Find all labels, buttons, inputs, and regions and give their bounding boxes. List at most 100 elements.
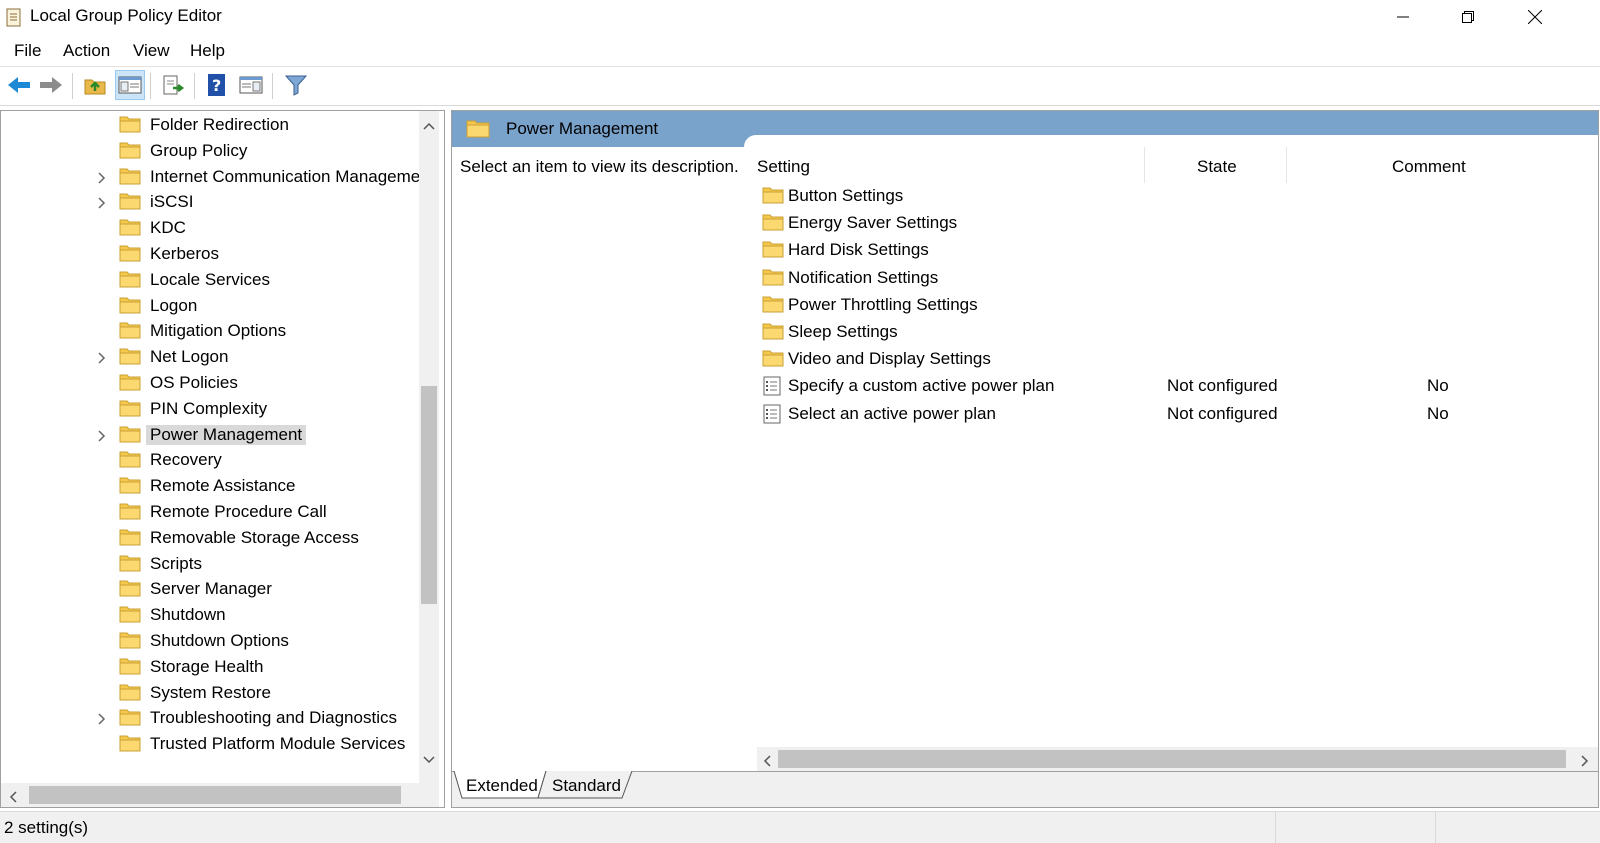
- folder-icon: [762, 295, 784, 318]
- tree-item-label: iSCSI: [150, 192, 194, 212]
- tree-item[interactable]: Recovery: [1, 448, 419, 472]
- tree-horizontal-scroll-thumb[interactable]: [29, 786, 401, 804]
- tab-extended[interactable]: Extended: [466, 776, 538, 796]
- help-icon: ?: [208, 74, 225, 96]
- list-item-folder[interactable]: Energy Saver Settings: [762, 210, 1582, 236]
- tree-item[interactable]: Scripts: [1, 552, 419, 576]
- export-list-button[interactable]: [158, 70, 188, 100]
- close-button[interactable]: [1512, 0, 1558, 34]
- scroll-up-icon[interactable]: [423, 117, 435, 135]
- tree-item-label: Recovery: [150, 450, 222, 470]
- tree-item[interactable]: Group Policy: [1, 139, 419, 163]
- setting-state: Not configured: [1167, 376, 1278, 396]
- details-pane: Power Management Select an item to view …: [451, 110, 1599, 808]
- tab-standard[interactable]: Standard: [552, 776, 621, 796]
- details-header-title: Power Management: [506, 119, 659, 138]
- tree-item[interactable]: Kerberos: [1, 242, 419, 266]
- tree-item[interactable]: iSCSI: [1, 190, 419, 214]
- menu-help[interactable]: Help: [190, 41, 225, 61]
- chevron-right-icon[interactable]: [97, 351, 107, 364]
- tree-item[interactable]: Remote Procedure Call: [1, 500, 419, 524]
- show-hide-tree-icon: [118, 76, 142, 94]
- scroll-left-icon[interactable]: [9, 790, 17, 807]
- tree-item[interactable]: Troubleshooting and Diagnostics: [1, 706, 419, 730]
- tree-vertical-scroll-thumb[interactable]: [421, 386, 437, 604]
- tree-item[interactable]: Server Manager: [1, 577, 419, 601]
- column-divider[interactable]: [1286, 147, 1287, 183]
- toolbar-separator: [72, 73, 73, 99]
- menu-view[interactable]: View: [133, 41, 170, 61]
- tree-item[interactable]: KDC: [1, 216, 419, 240]
- toolbar: ?: [0, 67, 1600, 106]
- tree-item[interactable]: Locale Services: [1, 268, 419, 292]
- policy-setting-icon: [762, 404, 782, 429]
- setting-state: Not configured: [1167, 403, 1278, 423]
- tree-item[interactable]: Net Logon: [1, 345, 419, 369]
- folder-icon: [119, 476, 141, 499]
- export-list-icon: [163, 75, 185, 95]
- tree-item[interactable]: Mitigation Options: [1, 319, 419, 343]
- folder-icon: [762, 322, 784, 345]
- up-folder-icon: [84, 79, 106, 95]
- folder-icon: [119, 270, 141, 293]
- list-item-folder[interactable]: Video and Display Settings: [762, 346, 1582, 372]
- folder-icon: [119, 734, 141, 757]
- column-header-state[interactable]: State: [1197, 157, 1237, 177]
- column-header-comment[interactable]: Comment: [1392, 157, 1466, 177]
- list-item-folder[interactable]: Notification Settings: [762, 265, 1582, 291]
- details-horizontal-scroll-thumb[interactable]: [778, 750, 1566, 768]
- tree-item-label: Power Management: [146, 424, 307, 445]
- chevron-right-icon[interactable]: [97, 712, 107, 725]
- chevron-right-icon[interactable]: [97, 196, 107, 209]
- chevron-right-icon[interactable]: [97, 429, 107, 442]
- console-tree[interactable]: Folder Redirection Group Policy Internet C…: [0, 110, 445, 808]
- scroll-left-icon[interactable]: [763, 754, 771, 772]
- column-divider[interactable]: [1144, 147, 1145, 183]
- minimize-button[interactable]: [1380, 0, 1426, 34]
- up-one-level-button[interactable]: [80, 70, 110, 100]
- list-item-folder[interactable]: Sleep Settings: [762, 319, 1582, 345]
- show-hide-action-pane-button[interactable]: [236, 70, 266, 100]
- help-button[interactable]: ?: [202, 70, 232, 100]
- chevron-right-icon[interactable]: [97, 171, 107, 184]
- tree-item[interactable]: Storage Health: [1, 655, 419, 679]
- back-icon: [8, 77, 30, 93]
- forward-button[interactable]: [36, 70, 66, 100]
- folder-icon: [762, 349, 784, 372]
- list-item-folder[interactable]: Hard Disk Settings: [762, 237, 1582, 263]
- menu-bar: File Action View Help: [0, 36, 1600, 67]
- scroll-right-icon[interactable]: [1581, 754, 1589, 772]
- filter-options-button[interactable]: [281, 70, 311, 100]
- tree-item[interactable]: Internet Communication Manageme: [1, 165, 420, 190]
- tree-item[interactable]: Folder Redirection: [1, 113, 419, 137]
- group-policy-app-icon: [6, 7, 22, 27]
- policy-setting-icon: [762, 376, 782, 401]
- status-divider: [1435, 812, 1436, 843]
- column-header-setting[interactable]: Setting: [757, 157, 810, 177]
- setting-name: Energy Saver Settings: [788, 213, 958, 233]
- back-button[interactable]: [4, 70, 34, 100]
- show-hide-console-tree-button[interactable]: [115, 70, 145, 100]
- menu-action[interactable]: Action: [63, 41, 110, 61]
- folder-icon: [119, 167, 141, 190]
- list-item-folder[interactable]: Button Settings: [762, 183, 1582, 209]
- tree-item[interactable]: Removable Storage Access: [1, 526, 419, 550]
- tree-item[interactable]: PIN Complexity: [1, 397, 419, 421]
- tree-item[interactable]: Shutdown Options: [1, 629, 419, 653]
- header-tab-edge: [744, 135, 1598, 149]
- list-item-folder[interactable]: Power Throttling Settings: [762, 292, 1582, 318]
- show-hide-action-pane-icon: [239, 76, 263, 94]
- tree-item[interactable]: OS Policies: [1, 371, 419, 395]
- list-item-setting[interactable]: Specify a custom active power plan Not co…: [762, 373, 1582, 399]
- list-item-setting[interactable]: Select an active power plan Not configure…: [762, 401, 1582, 427]
- scroll-down-icon[interactable]: [423, 751, 435, 769]
- tree-item[interactable]: Trusted Platform Module Services: [1, 732, 419, 756]
- tree-item[interactable]: Logon: [1, 294, 419, 318]
- tree-item[interactable]: Remote Assistance: [1, 474, 419, 498]
- menu-file[interactable]: File: [14, 41, 41, 61]
- tree-item[interactable]: Power Management: [1, 423, 419, 447]
- tree-item-label: Locale Services: [150, 269, 271, 289]
- tree-item[interactable]: Shutdown: [1, 603, 419, 627]
- restore-button[interactable]: [1445, 0, 1491, 34]
- tree-item[interactable]: System Restore: [1, 681, 419, 705]
